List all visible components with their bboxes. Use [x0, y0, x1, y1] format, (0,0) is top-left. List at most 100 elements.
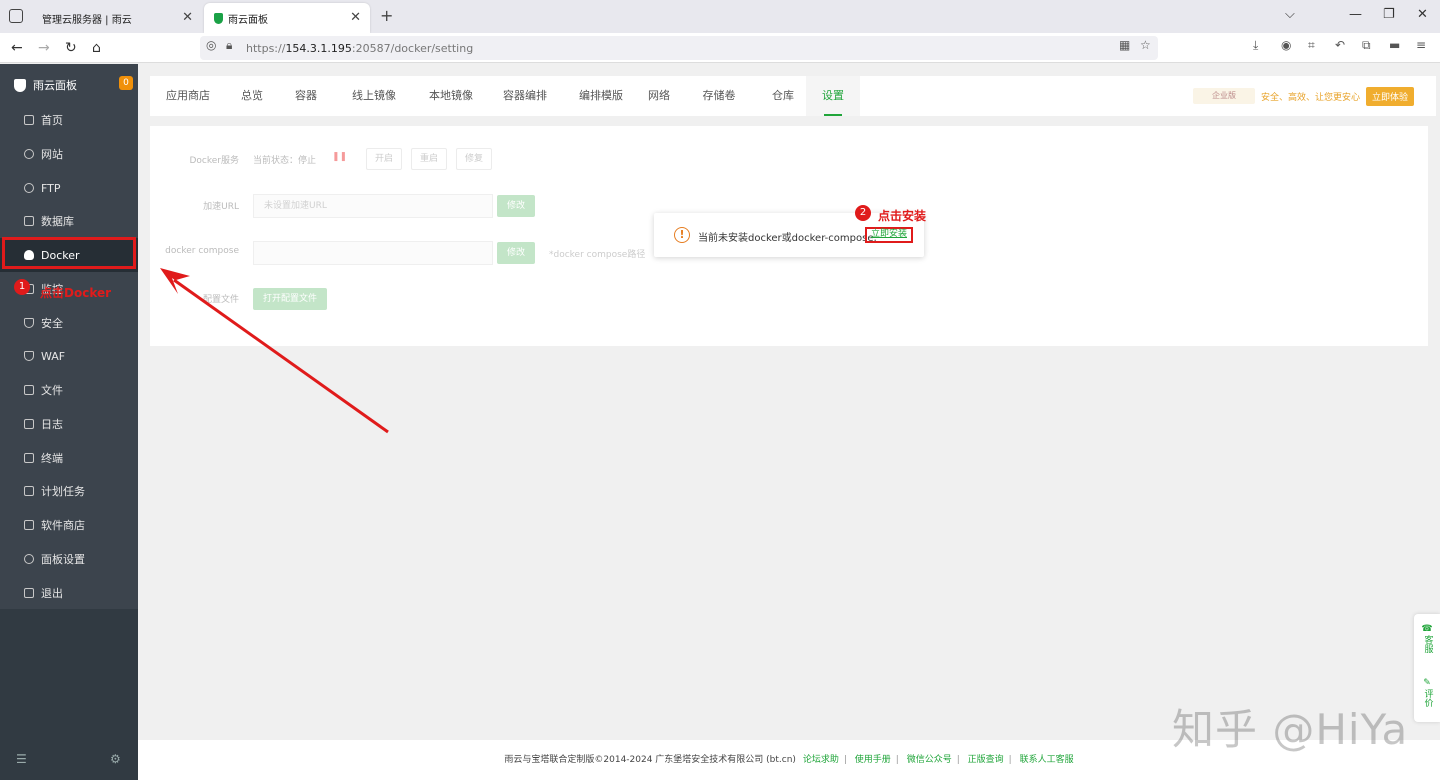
tracking-shield-icon[interactable]: ◎: [206, 38, 216, 52]
sidebar-item-database[interactable]: 数据库: [0, 204, 138, 238]
try-now-button[interactable]: 立即体验: [1365, 86, 1414, 106]
sidebar-item-ftp[interactable]: FTP: [0, 171, 138, 205]
forward-icon[interactable]: →: [38, 40, 50, 56]
sidebar-item-website[interactable]: 网站: [0, 137, 138, 171]
shield-logo-icon: [14, 78, 26, 92]
account-icon[interactable]: ◉: [1281, 38, 1291, 52]
tab-volumes[interactable]: 存储卷: [678, 76, 760, 116]
back-icon[interactable]: ←: [11, 40, 23, 56]
sidebar-item-cron[interactable]: 计划任务: [0, 474, 138, 508]
extensions-icon[interactable]: ⧉: [1362, 38, 1371, 53]
terminal-icon: [24, 453, 34, 463]
headset-icon: ☎: [1421, 624, 1433, 634]
tab-app-store[interactable]: 应用商店: [150, 76, 226, 116]
settings-icon: [24, 554, 34, 564]
window-close-icon[interactable]: ✕: [1417, 7, 1428, 22]
close-tab-icon[interactable]: ✕: [350, 10, 361, 25]
popup-message: 当前未安装docker或docker-compose,: [698, 233, 877, 244]
qr-code-icon[interactable]: ▦: [1119, 38, 1130, 52]
compose-modify-button[interactable]: 修改: [497, 242, 535, 264]
tab-settings[interactable]: 设置: [806, 76, 860, 116]
footer-link-support[interactable]: 联系人工客服: [1020, 755, 1074, 765]
crop-icon[interactable]: ⌗: [1308, 38, 1315, 53]
home-icon[interactable]: ⌂: [92, 40, 101, 56]
sidebar-item-home[interactable]: 首页: [0, 103, 138, 137]
tab-local-images[interactable]: 本地镜像: [414, 76, 488, 116]
collapse-menu-icon[interactable]: ☰: [16, 752, 27, 766]
gear-icon[interactable]: ⚙: [110, 752, 121, 766]
sidebar-item-label: 计划任务: [41, 485, 85, 498]
tab-network[interactable]: 网络: [640, 76, 678, 116]
sidebar-item-store[interactable]: 软件商店: [0, 508, 138, 542]
maximize-icon[interactable]: ❐: [1383, 7, 1395, 22]
bookmark-star-icon[interactable]: ☆: [1140, 38, 1151, 52]
sidebar-item-label: 文件: [41, 384, 63, 397]
sidebar-item-label: 退出: [41, 587, 63, 600]
url-path: :20587/docker/setting: [351, 41, 474, 55]
footer-separator: |: [895, 755, 899, 765]
close-tab-icon[interactable]: ✕: [182, 10, 193, 25]
restart-button[interactable]: 重启: [411, 148, 447, 170]
brand: 雨云面板: [14, 77, 77, 93]
undo-icon[interactable]: ↶: [1335, 38, 1345, 52]
sidebar-item-logout[interactable]: 退出: [0, 576, 138, 610]
tab-compose[interactable]: 容器编排: [488, 76, 562, 116]
browser-tab-rainyun[interactable]: 管理云服务器 | 雨云 ✕: [32, 3, 202, 33]
address-bar[interactable]: https://154.3.1.195:20587/docker/setting: [200, 36, 1158, 60]
browser-tab-panel[interactable]: 雨云面板 ✕: [204, 3, 370, 33]
pause-icon: ❚❚: [332, 152, 348, 162]
tab-compose-templates[interactable]: 编排模版: [562, 76, 640, 116]
sidebar-item-label: WAF: [41, 349, 66, 363]
tab-overview-icon[interactable]: [9, 9, 23, 23]
sidebar-item-label: 数据库: [41, 215, 74, 228]
footer-link-manual[interactable]: 使用手册: [855, 755, 891, 765]
tab-registry[interactable]: 仓库: [760, 76, 806, 116]
sidebar-toggle-icon[interactable]: ▬: [1389, 38, 1400, 52]
footer-link-wechat[interactable]: 微信公众号: [907, 755, 952, 765]
new-tab-icon[interactable]: +: [380, 6, 393, 25]
tab-title: 管理云服务器 | 雨云: [42, 14, 132, 26]
review-button[interactable]: ✎ 评价: [1414, 678, 1440, 711]
sidebar-item-logs[interactable]: 日志: [0, 407, 138, 441]
footer-link-forum[interactable]: 论坛求助: [803, 755, 839, 765]
mirror-modify-button[interactable]: 修改: [497, 195, 535, 217]
minimize-icon[interactable]: —: [1349, 7, 1362, 22]
copyright-text: 雨云与宝塔联合定制版©2014-2024 广东堡塔安全技术有限公司 (bt.cn…: [504, 755, 796, 765]
customer-service-button[interactable]: ☎ 客服: [1414, 624, 1440, 657]
ftp-icon: [24, 183, 34, 193]
sidebar-item-files[interactable]: 文件: [0, 373, 138, 407]
notification-badge[interactable]: 0: [119, 76, 133, 90]
enterprise-badge: 企业版: [1192, 88, 1255, 104]
footer-separator: |: [843, 755, 847, 765]
service-label: Docker服务: [189, 156, 239, 166]
tab-overview[interactable]: 总览: [226, 76, 278, 116]
mirror-url-input[interactable]: 未设置加速URL: [253, 194, 493, 218]
sidebar-item-terminal[interactable]: 终端: [0, 441, 138, 475]
sidebar-item-settings[interactable]: 面板设置: [0, 542, 138, 576]
menu-icon[interactable]: ≡: [1416, 38, 1426, 52]
sidebar-item-label: FTP: [41, 181, 61, 195]
lock-icon[interactable]: 🔒︎: [226, 38, 232, 53]
start-button[interactable]: 开启: [366, 148, 402, 170]
home-icon: [24, 115, 34, 125]
reload-icon[interactable]: ↻: [65, 40, 77, 56]
tab-list-icon[interactable]: ⌵: [1285, 7, 1295, 22]
mirror-label: 加速URL: [203, 202, 239, 212]
sidebar-item-label: 首页: [41, 114, 63, 127]
tab-online-images[interactable]: 线上镜像: [334, 76, 414, 116]
globe-icon: [24, 149, 34, 159]
tab-containers[interactable]: 容器: [278, 76, 334, 116]
log-icon: [24, 419, 34, 429]
install-now-link[interactable]: 立即安装: [865, 227, 913, 243]
service-label: 客服: [1422, 635, 1433, 653]
footer-link-license[interactable]: 正版查询: [968, 755, 1004, 765]
sidebar-item-label: 日志: [41, 418, 63, 431]
service-status: 当前状态：停止: [253, 156, 317, 166]
compose-label: docker compose: [165, 246, 239, 256]
sidebar-item-waf[interactable]: WAF: [0, 339, 138, 373]
download-icon[interactable]: ⤓: [1253, 38, 1258, 53]
repair-button[interactable]: 修复: [456, 148, 492, 170]
sidebar-item-security[interactable]: 安全: [0, 306, 138, 340]
url-host: 154.3.1.195: [285, 41, 352, 55]
logout-icon: [24, 588, 34, 598]
